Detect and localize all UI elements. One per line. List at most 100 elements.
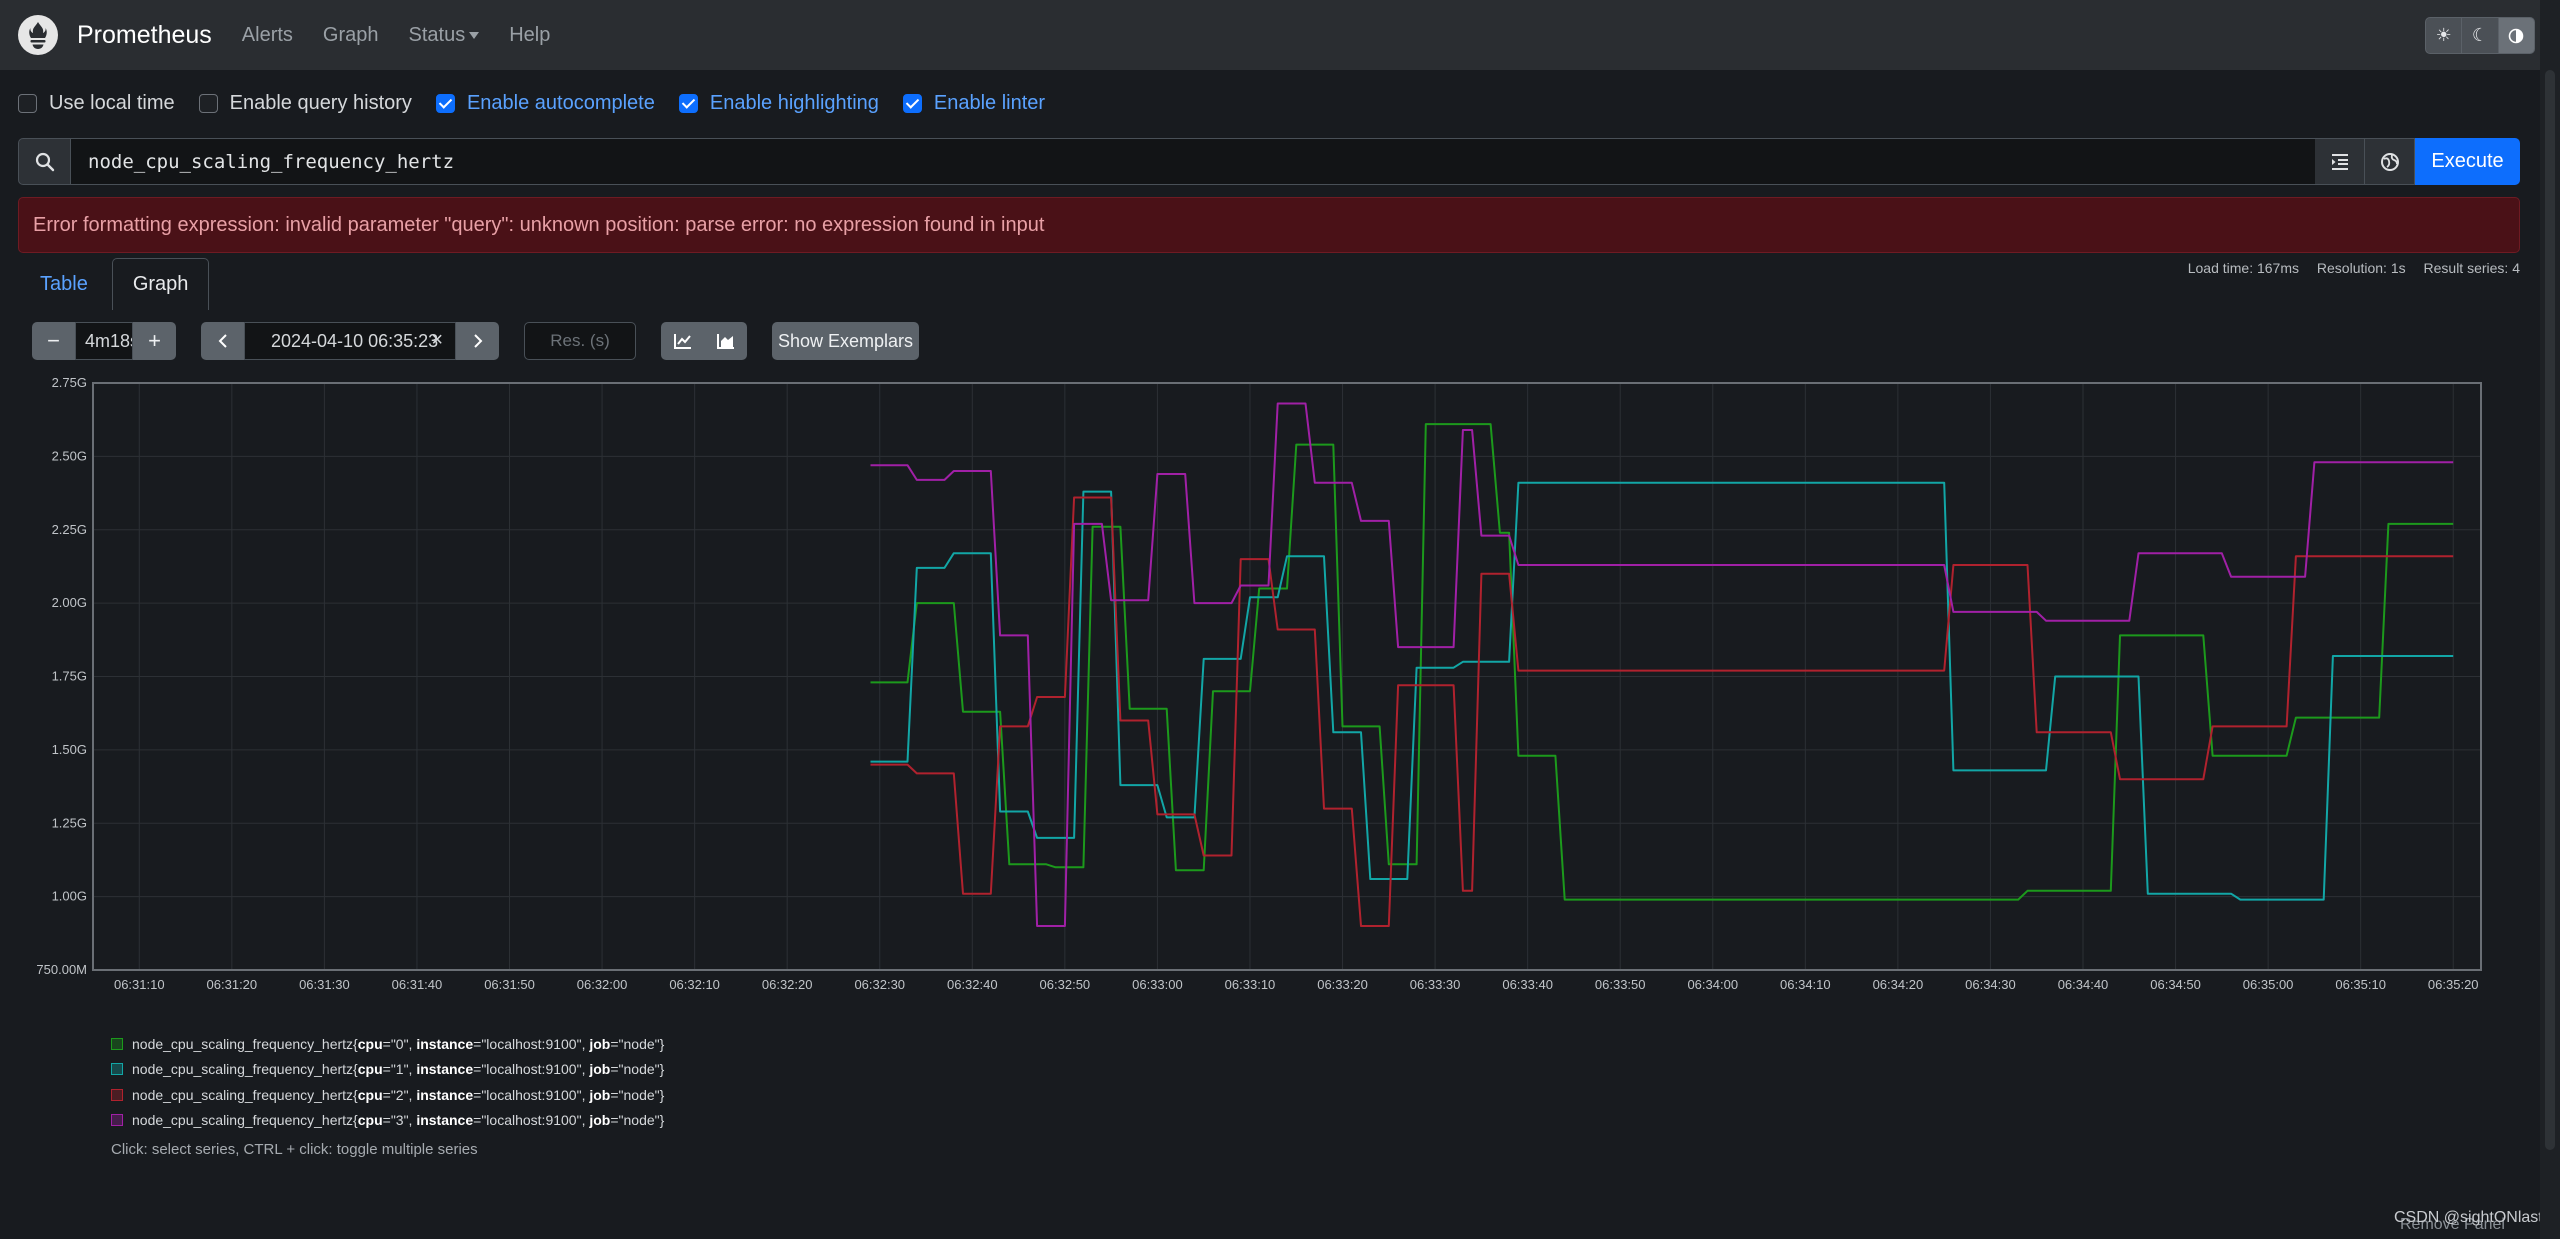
increase-range-button[interactable]: + bbox=[133, 322, 176, 360]
x-tick-label: 06:34:10 bbox=[1780, 977, 1831, 992]
query-options: Use local time Enable query history Enab… bbox=[18, 90, 1069, 116]
expression-input[interactable]: node_cpu_scaling_frequency_hertz bbox=[71, 138, 2315, 185]
format-expression-button[interactable] bbox=[2315, 138, 2365, 185]
error-alert: Error formatting expression: invalid par… bbox=[18, 197, 2520, 253]
x-tick-label: 06:33:00 bbox=[1132, 977, 1183, 992]
option-label: Enable highlighting bbox=[709, 91, 879, 114]
indent-icon bbox=[2331, 153, 2348, 170]
legend-item-cpu-1[interactable]: node_cpu_scaling_frequency_hertz{cpu="1"… bbox=[111, 1057, 664, 1083]
search-icon bbox=[35, 152, 54, 171]
resolution-input[interactable]: Res. (s) bbox=[524, 322, 636, 360]
metrics-explorer-button[interactable] bbox=[2365, 138, 2415, 185]
legend-swatch bbox=[111, 1114, 123, 1127]
x-tick-label: 06:33:50 bbox=[1595, 977, 1646, 992]
checkbox-box[interactable] bbox=[18, 93, 37, 113]
series-line-cpu-2[interactable] bbox=[870, 496, 2454, 927]
load-time: Load time: 167ms bbox=[2187, 260, 2300, 276]
navbar: Prometheus Alerts Graph Status Help ☀ ☾ bbox=[0, 0, 2560, 70]
x-tick-label: 06:34:30 bbox=[1965, 977, 2016, 992]
tab-graph[interactable]: Graph bbox=[111, 258, 210, 310]
legend: node_cpu_scaling_frequency_hertz{cpu="0"… bbox=[111, 1031, 664, 1158]
legend-swatch bbox=[111, 1063, 123, 1076]
enable-linter-checkbox[interactable]: Enable linter bbox=[902, 92, 1045, 115]
auto-theme-button[interactable] bbox=[2498, 18, 2534, 53]
enable-autocomplete-checkbox[interactable]: Enable autocomplete bbox=[435, 92, 655, 115]
chart-series bbox=[870, 402, 2454, 927]
checkbox-box[interactable] bbox=[198, 93, 218, 113]
x-tick-label: 06:34:20 bbox=[1873, 977, 1924, 992]
nav-status-label: Status bbox=[408, 23, 466, 46]
nav-status-dropdown[interactable]: Status bbox=[409, 24, 480, 47]
x-tick-label: 06:31:20 bbox=[207, 977, 258, 992]
x-tick-label: 06:35:20 bbox=[2428, 977, 2479, 992]
y-tick-label: 1.25G bbox=[52, 815, 87, 830]
panel-tabs: Table Graph bbox=[20, 258, 210, 310]
x-axis: 06:31:10 06:31:20 06:31:30 06:31:40 06:31:50… bbox=[114, 977, 2479, 992]
legend-label: node_cpu_scaling_frequency_hertz{cpu="2"… bbox=[132, 1086, 665, 1103]
unstacked-line-button[interactable] bbox=[661, 322, 704, 360]
use-local-time-checkbox[interactable]: Use local time bbox=[18, 92, 175, 115]
option-label: Enable query history bbox=[229, 91, 412, 114]
light-theme-button[interactable]: ☀ bbox=[2426, 18, 2463, 53]
y-tick-label: 1.50G bbox=[52, 742, 87, 757]
x-tick-label: 06:31:10 bbox=[114, 977, 165, 992]
line-chart-icon bbox=[673, 334, 691, 349]
watermark: CSDN @sightONlast bbox=[2394, 1209, 2543, 1226]
show-exemplars-button[interactable]: Show Exemplars bbox=[772, 322, 919, 360]
stacked-chart-button[interactable] bbox=[704, 322, 747, 360]
globe-icon bbox=[2380, 152, 2399, 171]
brand[interactable]: Prometheus bbox=[18, 15, 212, 55]
tab-table[interactable]: Table bbox=[20, 258, 108, 310]
x-tick-label: 06:32:40 bbox=[947, 977, 998, 992]
nav-alerts[interactable]: Alerts bbox=[242, 24, 293, 47]
enable-highlighting-checkbox[interactable]: Enable highlighting bbox=[678, 91, 879, 115]
x-tick-label: 06:32:50 bbox=[1040, 977, 1091, 992]
legend-label: node_cpu_scaling_frequency_hertz{cpu="3"… bbox=[132, 1112, 665, 1129]
x-tick-label: 06:34:40 bbox=[2058, 977, 2109, 992]
enable-query-history-checkbox[interactable]: Enable query history bbox=[198, 91, 412, 115]
half-circle-icon bbox=[2509, 28, 2524, 43]
clear-end-time-icon[interactable]: × bbox=[431, 329, 443, 352]
y-tick-label: 750.00M bbox=[36, 962, 87, 977]
result-series: Result series: 4 bbox=[2423, 260, 2520, 276]
dark-theme-button[interactable]: ☾ bbox=[2462, 18, 2499, 53]
area-chart-icon bbox=[716, 334, 734, 349]
legend-swatch bbox=[111, 1088, 123, 1101]
y-tick-label: 2.25G bbox=[52, 522, 87, 537]
checkbox-box[interactable] bbox=[678, 93, 698, 113]
option-label: Use local time bbox=[49, 91, 175, 114]
y-tick-label: 1.00G bbox=[52, 889, 87, 904]
legend-swatch bbox=[111, 1037, 123, 1050]
nav-graph[interactable]: Graph bbox=[323, 24, 379, 47]
x-tick-label: 06:35:10 bbox=[2335, 977, 2386, 992]
graph-chart[interactable]: 2.75G 2.50G 2.25G 2.00G 1.75G 1.50G 1.25G 1.00G… bbox=[0, 370, 2540, 1010]
x-tick-label: 06:32:10 bbox=[669, 977, 720, 992]
nav-help[interactable]: Help bbox=[509, 24, 550, 47]
legend-item-cpu-0[interactable]: node_cpu_scaling_frequency_hertz{cpu="0"… bbox=[111, 1031, 664, 1057]
execute-button[interactable]: Execute bbox=[2415, 138, 2520, 185]
checkbox-box[interactable] bbox=[435, 93, 455, 113]
legend-label: node_cpu_scaling_frequency_hertz{cpu="1"… bbox=[132, 1061, 665, 1078]
increase-end-time-button[interactable] bbox=[456, 322, 499, 360]
legend-item-cpu-3[interactable]: node_cpu_scaling_frequency_hertz{cpu="3"… bbox=[111, 1108, 664, 1134]
decrease-end-time-button[interactable] bbox=[201, 322, 244, 360]
scrollbar-thumb[interactable] bbox=[2545, 70, 2555, 1150]
legend-item-cpu-2[interactable]: node_cpu_scaling_frequency_hertz{cpu="2"… bbox=[111, 1082, 664, 1108]
range-input[interactable]: 4m18s bbox=[75, 322, 133, 360]
x-tick-label: 06:35:00 bbox=[2243, 977, 2294, 992]
x-tick-label: 06:31:40 bbox=[392, 977, 443, 992]
x-tick-label: 06:33:40 bbox=[1502, 977, 1553, 992]
legend-hint: Click: select series, CTRL + click: togg… bbox=[111, 1141, 478, 1158]
checkbox-box[interactable] bbox=[902, 93, 922, 113]
chevron-down-icon bbox=[469, 31, 480, 39]
series-line-cpu-0[interactable] bbox=[870, 423, 2454, 901]
query-bar: node_cpu_scaling_frequency_hertz Execute bbox=[18, 138, 2520, 185]
series-line-cpu-1[interactable] bbox=[870, 481, 2454, 901]
end-time-input[interactable]: 2024-04-10 06:35:23 × bbox=[244, 322, 456, 360]
theme-toggle-group: ☀ ☾ bbox=[2425, 17, 2535, 54]
x-tick-label: 06:34:50 bbox=[2150, 977, 2201, 992]
brand-name: Prometheus bbox=[77, 20, 212, 49]
graph-controls: − 4m18s + 2024-04-10 06:35:23 × Res. (s)… bbox=[32, 322, 919, 360]
x-tick-label: 06:32:20 bbox=[762, 977, 813, 992]
decrease-range-button[interactable]: − bbox=[32, 322, 75, 360]
